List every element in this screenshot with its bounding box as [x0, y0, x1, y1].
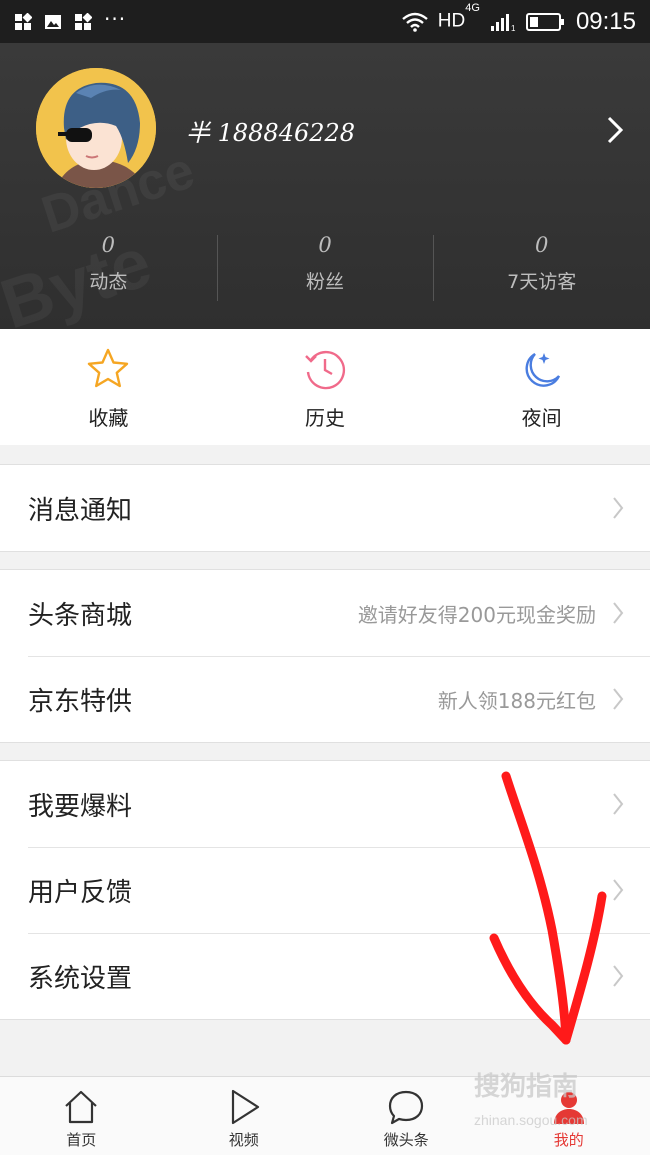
history-label: 历史	[305, 406, 345, 430]
menu-group-notifications: 消息通知	[0, 464, 650, 552]
status-bar: ··· HD4G 1 09:15	[0, 0, 650, 43]
wifi-icon	[402, 12, 428, 32]
moon-icon	[525, 352, 560, 387]
menu-item-label: 头条商城	[28, 600, 133, 631]
quick-actions: 收藏 历史 夜间	[0, 329, 650, 445]
stat-visitors[interactable]: 0 7天访客	[433, 231, 650, 311]
menu-item-report[interactable]: 我要爆料	[0, 761, 650, 847]
stat-value: 0	[534, 233, 549, 257]
favorites-button[interactable]: 收藏	[0, 329, 217, 445]
menu-item-jd-special[interactable]: 京东特供 新人领188元红包	[0, 656, 650, 742]
menu-item-feedback[interactable]: 用户反馈	[0, 847, 650, 933]
svg-text:1: 1	[511, 24, 516, 32]
menu-item-mall[interactable]: 头条商城 邀请好友得200元现金奖励	[0, 570, 650, 656]
chevron-right-icon	[613, 965, 624, 987]
stat-label: 7天访客	[507, 271, 577, 293]
menu-item-label: 用户反馈	[28, 877, 133, 908]
nav-home[interactable]: 首页	[0, 1077, 163, 1155]
avatar[interactable]	[36, 68, 156, 188]
chevron-right-icon	[613, 879, 624, 901]
nav-label: 视频	[228, 1131, 259, 1149]
watermark: 搜狗指南	[474, 1072, 579, 1102]
nav-micro-headlines[interactable]: 微头条	[325, 1077, 488, 1155]
battery-icon	[525, 12, 564, 31]
menu-group-settings: 我要爆料 用户反馈 系统设置	[0, 760, 650, 1020]
night-mode-label: 夜间	[521, 406, 562, 430]
signal-icon: 1	[490, 13, 516, 32]
stat-label: 粉丝	[306, 271, 345, 293]
nav-label: 微头条	[383, 1131, 429, 1149]
history-clock-icon	[305, 350, 346, 390]
nav-label: 我的	[553, 1131, 584, 1149]
avatar-image	[36, 68, 156, 188]
chevron-right-icon[interactable]	[606, 115, 624, 145]
app-grid-icon	[75, 12, 92, 30]
favorites-label: 收藏	[88, 406, 129, 430]
image-icon	[45, 14, 61, 29]
menu-item-hint: 新人领188元红包	[437, 688, 596, 713]
menu-group-shopping: 头条商城 邀请好友得200元现金奖励 京东特供 新人领188元红包	[0, 569, 650, 743]
chevron-right-icon	[613, 793, 624, 815]
stat-fans[interactable]: 0 粉丝	[216, 231, 434, 311]
chevron-right-icon	[613, 497, 624, 519]
menu-item-notifications[interactable]: 消息通知	[0, 465, 650, 551]
stat-label: 动态	[89, 271, 128, 293]
network-indicator: HD4G	[437, 2, 480, 32]
profile-header[interactable]: Dance Byte 半 188846228 0 动态 0 粉丝 0 7天访客	[0, 43, 650, 329]
play-icon	[231, 1089, 259, 1125]
stat-value: 0	[101, 233, 116, 257]
clock: 09:15	[575, 7, 636, 35]
menu-item-hint: 邀请好友得200元现金奖励	[357, 602, 596, 627]
nav-label: 首页	[66, 1131, 97, 1149]
home-icon	[65, 1090, 98, 1124]
menu-item-label: 我要爆料	[28, 791, 133, 822]
chat-bubble-icon	[389, 1090, 424, 1125]
more-notifications-icon: ···	[104, 6, 127, 31]
profile-stats: 0 动态 0 粉丝 0 7天访客	[0, 231, 650, 311]
watermark-url: zhinan.sogou.com	[474, 1112, 588, 1128]
chevron-right-icon	[613, 602, 624, 624]
app-grid-icon	[15, 12, 32, 30]
username[interactable]: 半 188846228	[186, 113, 355, 148]
stat-value: 0	[318, 233, 332, 257]
menu-item-label: 消息通知	[28, 495, 133, 526]
night-mode-button[interactable]: 夜间	[433, 329, 650, 445]
history-button[interactable]: 历史	[217, 329, 434, 445]
menu-item-label: 京东特供	[28, 686, 133, 717]
star-icon	[88, 348, 129, 388]
menu-item-settings[interactable]: 系统设置	[0, 933, 650, 1019]
chevron-right-icon	[613, 688, 624, 710]
nav-video[interactable]: 视频	[163, 1077, 326, 1155]
menu-item-label: 系统设置	[28, 963, 133, 994]
stat-posts[interactable]: 0 动态	[0, 231, 217, 311]
